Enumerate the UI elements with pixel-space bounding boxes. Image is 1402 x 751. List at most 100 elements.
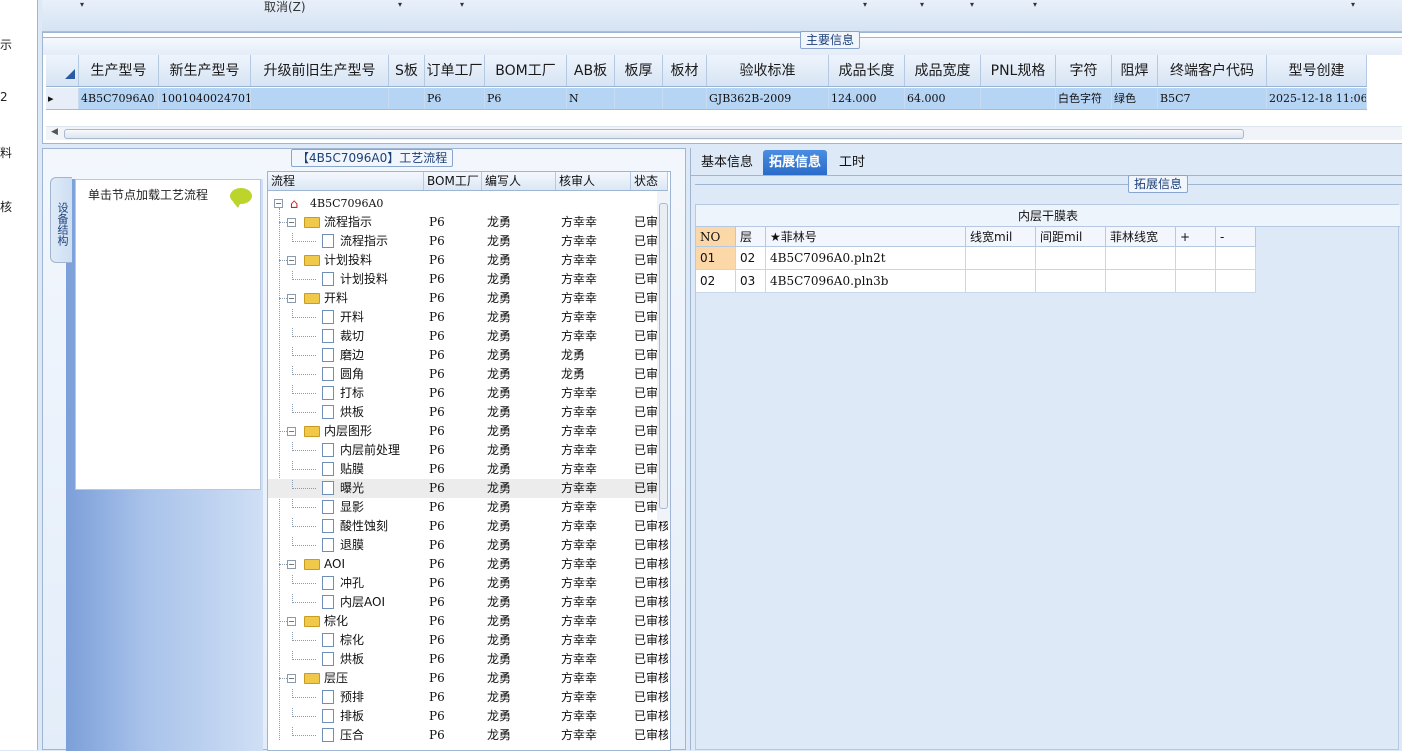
tree-row[interactable]: 磨边 P6 龙勇 龙勇 已审核 <box>268 346 668 365</box>
tree-column-header[interactable]: 编写人 <box>482 172 556 190</box>
dropdown-arrow-icon[interactable]: ▾ <box>863 0 867 9</box>
tree-row[interactable]: 冲孔 P6 龙勇 方幸幸 已审核 <box>268 574 668 593</box>
grid-cell[interactable] <box>663 88 707 109</box>
table-row[interactable]: 01 02 4B5C7096A0.pln2t <box>696 247 1256 270</box>
column-header[interactable]: 升级前旧生产型号 <box>251 55 389 86</box>
grid-cell[interactable] <box>615 88 663 109</box>
tree-row[interactable]: 棕化 P6 龙勇 方幸幸 已审核 <box>268 631 668 650</box>
column-header[interactable]: 成品长度 <box>829 55 905 86</box>
table-column-header[interactable]: 菲林线宽 <box>1106 227 1176 247</box>
grid-cell[interactable]: 124.000 <box>829 88 905 109</box>
collapse-icon[interactable]: − <box>287 617 296 626</box>
table-cell[interactable] <box>1106 270 1176 293</box>
dropdown-arrow-icon[interactable]: ▾ <box>920 0 924 9</box>
dropdown-arrow-icon[interactable]: ▾ <box>1033 0 1037 9</box>
vertical-scrollbar[interactable] <box>657 191 670 521</box>
column-header[interactable]: S板 <box>389 55 425 86</box>
table-column-header[interactable]: 线宽mil <box>966 227 1036 247</box>
table-cell[interactable]: 03 <box>736 270 766 293</box>
table-cell[interactable] <box>1216 270 1256 293</box>
table-cell[interactable]: 02 <box>736 247 766 270</box>
tree-column-header[interactable]: BOM工厂 <box>424 172 482 190</box>
tree-row[interactable]: 烘板 P6 龙勇 方幸幸 已审核 <box>268 403 668 422</box>
tab-extended-info[interactable]: 拓展信息 <box>763 150 828 175</box>
tree-row[interactable]: − 流程指示 P6 龙勇 方幸幸 已审核 <box>268 213 668 232</box>
table-cell[interactable] <box>966 270 1036 293</box>
process-tree[interactable]: 流程 BOM工厂 编写人 核审人 状态 − ⌂ 4B5C7096A0− 流程指示 P6 龙勇 方幸幸… <box>267 171 671 751</box>
tree-row[interactable]: 流程指示 P6 龙勇 方幸幸 已审核 <box>268 232 668 251</box>
grid-cell[interactable] <box>981 88 1056 109</box>
tree-row[interactable]: − 开料 P6 龙勇 方幸幸 已审核 <box>268 289 668 308</box>
cancel-button[interactable]: 取消(Z) <box>264 0 306 15</box>
tree-row[interactable]: 贴膜 P6 龙勇 方幸幸 已审核 <box>268 460 668 479</box>
grid-cell[interactable] <box>389 88 425 109</box>
dropdown-arrow-icon[interactable]: ▾ <box>80 0 84 9</box>
table-cell[interactable] <box>1176 247 1216 270</box>
column-header[interactable]: 新生产型号 <box>159 55 251 86</box>
grid-cell[interactable]: 64.000 <box>905 88 981 109</box>
grid-cell[interactable] <box>251 88 389 109</box>
column-header[interactable]: 订单工厂 <box>425 55 485 86</box>
tree-row[interactable]: − 内层图形 P6 龙勇 方幸幸 已审核 <box>268 422 668 441</box>
scroll-left-icon[interactable]: ◀ <box>51 127 58 137</box>
tree-row[interactable]: 打标 P6 龙勇 方幸幸 已审核 <box>268 384 668 403</box>
tree-row[interactable]: 计划投料 P6 龙勇 方幸幸 已审核 <box>268 270 668 289</box>
tree-row[interactable]: 内层前处理 P6 龙勇 方幸幸 已审核 <box>268 441 668 460</box>
tree-row[interactable]: 退膜 P6 龙勇 方幸幸 已审核 <box>268 536 668 555</box>
dropdown-arrow-icon[interactable]: ▾ <box>398 0 402 9</box>
side-tab-equipment[interactable]: 设备结构 <box>50 177 72 263</box>
grid-cell[interactable]: P6 <box>425 88 485 109</box>
grid-cell[interactable]: 绿色 <box>1112 88 1158 109</box>
tree-row[interactable]: 显影 P6 龙勇 方幸幸 已审核 <box>268 498 668 517</box>
tree-column-header[interactable]: 状态 <box>631 172 668 190</box>
tree-row[interactable]: − 棕化 P6 龙勇 方幸幸 已审核 <box>268 612 668 631</box>
column-header[interactable]: BOM工厂 <box>485 55 567 86</box>
collapse-icon[interactable]: − <box>287 560 296 569</box>
collapse-icon[interactable]: − <box>287 294 296 303</box>
left-nav-item[interactable]: 料 <box>0 144 37 161</box>
table-cell[interactable] <box>1216 247 1256 270</box>
tree-row[interactable]: 曝光 P6 龙勇 方幸幸 已审核 <box>268 479 668 498</box>
grid-cell[interactable]: GJB362B-2009 <box>707 88 829 109</box>
grid-cell[interactable]: 2025-12-18 11:06:4 <box>1267 88 1367 109</box>
table-cell[interactable]: 4B5C7096A0.pln3b <box>766 270 966 293</box>
collapse-icon[interactable]: − <box>287 256 296 265</box>
tree-row[interactable]: 酸性蚀刻 P6 龙勇 方幸幸 已审核 <box>268 517 668 536</box>
tree-column-header[interactable]: 流程 <box>268 172 424 190</box>
horizontal-scrollbar[interactable]: ◀ <box>46 126 1402 140</box>
collapse-icon[interactable]: − <box>287 218 296 227</box>
column-header[interactable]: 终端客户代码 <box>1158 55 1267 86</box>
tree-row[interactable]: 内层AOI P6 龙勇 方幸幸 已审核 <box>268 593 668 612</box>
tab-work-hours[interactable]: 工时 <box>833 150 871 175</box>
table-column-header[interactable]: 层 <box>736 227 766 247</box>
table-cell[interactable] <box>1106 247 1176 270</box>
column-header[interactable]: 生产型号 <box>79 55 159 86</box>
dropdown-arrow-icon[interactable]: ▾ <box>970 0 974 9</box>
table-row[interactable]: 02 03 4B5C7096A0.pln3b <box>696 270 1256 293</box>
column-header[interactable]: PNL规格 <box>981 55 1056 86</box>
table-cell[interactable] <box>966 247 1036 270</box>
dropdown-arrow-icon[interactable]: ▾ <box>460 0 464 9</box>
column-header[interactable]: 字符 <box>1056 55 1112 86</box>
table-column-header[interactable]: - <box>1216 227 1256 247</box>
table-cell[interactable]: 01 <box>696 247 736 270</box>
main-grid-row[interactable]: ▸ 4B5C7096A0 10010400247019 P6 P6 N GJB362B-20… <box>46 88 1367 110</box>
tree-row[interactable]: 压合 P6 龙勇 方幸幸 已审核 <box>268 726 668 745</box>
scroll-thumb[interactable] <box>64 129 1244 139</box>
collapse-icon[interactable]: − <box>274 199 283 208</box>
grid-cell[interactable]: 10010400247019 <box>159 88 251 109</box>
left-nav-item[interactable]: 示 <box>0 36 37 53</box>
left-nav-item[interactable]: 2 <box>0 90 37 104</box>
table-column-header[interactable]: + <box>1176 227 1216 247</box>
tree-row[interactable]: − AOI P6 龙勇 方幸幸 已审核 <box>268 555 668 574</box>
tree-row[interactable]: 裁切 P6 龙勇 方幸幸 已审核 <box>268 327 668 346</box>
table-column-header[interactable]: ★菲林号 <box>766 227 966 247</box>
tree-column-header[interactable]: 核审人 <box>556 172 631 190</box>
grid-cell[interactable]: 4B5C7096A0 <box>79 88 159 109</box>
tab-basic-info[interactable]: 基本信息 <box>695 150 759 175</box>
tree-row[interactable]: − 层压 P6 龙勇 方幸幸 已审核 <box>268 669 668 688</box>
grid-cell[interactable]: N <box>567 88 615 109</box>
tree-row[interactable]: 烘板 P6 龙勇 方幸幸 已审核 <box>268 650 668 669</box>
table-column-header[interactable]: 间距mil <box>1036 227 1106 247</box>
column-header[interactable]: 板厚 <box>615 55 663 86</box>
